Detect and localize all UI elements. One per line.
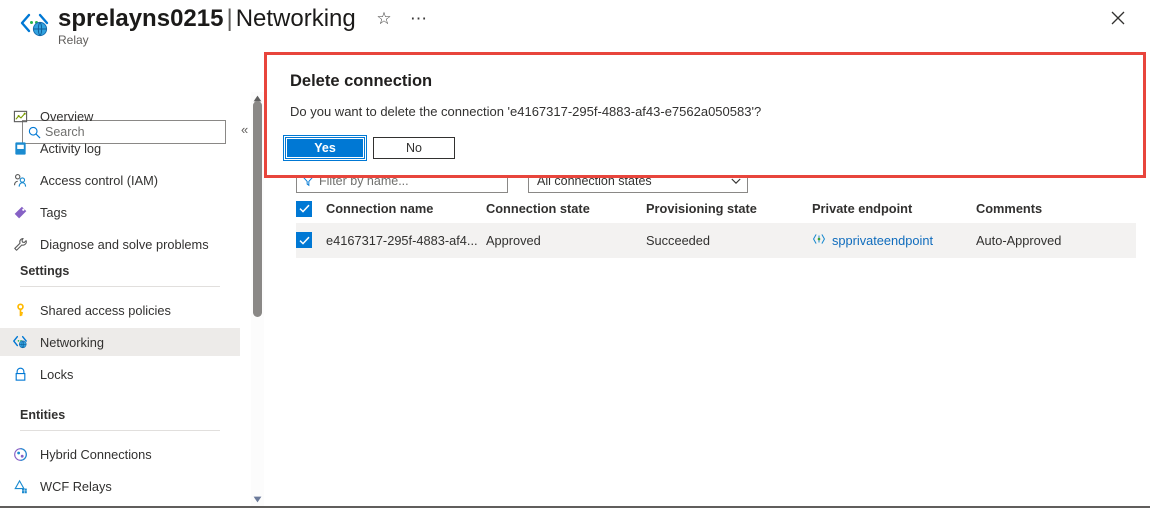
key-icon xyxy=(0,302,40,318)
sidebar-scrollbar-thumb[interactable] xyxy=(253,101,262,317)
private-endpoint-link[interactable]: spprivateendpoint xyxy=(832,233,933,248)
scroll-down-arrow-icon[interactable] xyxy=(251,493,264,506)
sidebar-group-entities: Entities xyxy=(20,408,66,422)
sidebar-item-locks[interactable]: Locks xyxy=(0,360,240,388)
sidebar-group-divider xyxy=(20,286,220,287)
dialog-title: Delete connection xyxy=(290,72,433,90)
connections-table: Connection name Connection state Provisi… xyxy=(296,196,1136,258)
table-header-row: Connection name Connection state Provisi… xyxy=(296,196,1136,223)
ellipsis-icon[interactable]: ⋯ xyxy=(408,8,430,30)
page-title: sprelayns0215 | Networking xyxy=(58,4,356,34)
hybrid-connections-icon xyxy=(0,447,40,462)
sidebar: « Overview Activity log xyxy=(0,56,248,506)
azure-portal-blade: sprelayns0215|Networking Relay ☆ ⋯ « xyxy=(0,0,1150,508)
wrench-icon xyxy=(0,237,40,252)
sidebar-item-wcf-relays[interactable]: WCF Relays xyxy=(0,472,240,500)
row-checkbox[interactable] xyxy=(296,232,312,249)
column-header-connection-state[interactable]: Connection state xyxy=(486,196,646,223)
sidebar-item-label: Tags xyxy=(40,204,68,220)
cell-provisioning-state: Succeeded xyxy=(646,232,711,248)
select-all-checkbox-cell xyxy=(296,196,326,223)
yes-button[interactable]: Yes xyxy=(283,135,367,161)
cell-connection-name: e4167317-295f-4883-af4... xyxy=(326,232,478,248)
people-icon xyxy=(0,173,40,188)
title-separator: | xyxy=(226,5,233,32)
sidebar-group-settings: Settings xyxy=(20,264,70,278)
sidebar-item-label: Overview xyxy=(40,108,94,124)
sidebar-item-hybrid-connections[interactable]: Hybrid Connections xyxy=(0,440,240,468)
sidebar-item-label: Networking xyxy=(40,334,105,350)
sidebar-item-label: Locks xyxy=(40,366,74,382)
cell-comments: Auto-Approved xyxy=(976,232,1062,248)
sidebar-item-label: Activity log xyxy=(40,140,102,156)
cell-connection-state: Approved xyxy=(486,232,541,248)
column-header-comments[interactable]: Comments xyxy=(976,196,1136,223)
page-name: Networking xyxy=(235,5,356,32)
dialog-message: Do you want to delete the connection 'e4… xyxy=(290,104,762,119)
wcf-relays-icon xyxy=(0,479,40,494)
table-row[interactable]: e4167317-295f-4883-af4... Approved Succe… xyxy=(296,222,1136,258)
cell-private-endpoint: spprivateendpoint xyxy=(812,223,976,258)
sidebar-item-diagnose[interactable]: Diagnose and solve problems xyxy=(0,230,240,258)
chevron-double-left-icon[interactable]: « xyxy=(241,122,248,137)
star-icon[interactable]: ☆ xyxy=(373,8,395,30)
sidebar-group-divider xyxy=(20,430,220,431)
resource-name: sprelayns0215 xyxy=(58,5,224,32)
sidebar-item-label: WCF Relays xyxy=(40,478,112,494)
sidebar-item-activity-log[interactable]: Activity log xyxy=(0,134,240,162)
sidebar-item-label: Diagnose and solve problems xyxy=(40,236,209,252)
row-checkbox-cell xyxy=(296,223,326,258)
resource-type-subtitle: Relay xyxy=(58,33,89,47)
sidebar-item-shared-access-policies[interactable]: Shared access policies xyxy=(0,296,240,324)
sidebar-item-networking[interactable]: Networking xyxy=(0,328,240,356)
sidebar-item-overview[interactable]: Overview xyxy=(0,102,240,130)
column-header-connection-name[interactable]: Connection name xyxy=(326,196,486,223)
close-icon[interactable] xyxy=(1106,6,1130,30)
lock-icon xyxy=(0,367,40,382)
tag-icon xyxy=(0,205,40,220)
sidebar-item-label: Access control (IAM) xyxy=(40,172,159,188)
select-all-checkbox[interactable] xyxy=(296,200,312,217)
sidebar-item-label: Shared access policies xyxy=(40,302,171,318)
no-button[interactable]: No xyxy=(373,137,455,159)
sidebar-item-access-control[interactable]: Access control (IAM) xyxy=(0,166,240,194)
sidebar-item-tags[interactable]: Tags xyxy=(0,198,240,226)
private-endpoint-icon xyxy=(812,232,826,249)
relay-icon xyxy=(18,8,50,40)
networking-icon xyxy=(0,334,40,350)
activity-log-icon xyxy=(0,141,40,156)
overview-icon xyxy=(0,109,40,124)
column-header-private-endpoint[interactable]: Private endpoint xyxy=(812,196,976,223)
column-header-provisioning-state[interactable]: Provisioning state xyxy=(646,196,812,223)
sidebar-item-label: Hybrid Connections xyxy=(40,446,152,462)
